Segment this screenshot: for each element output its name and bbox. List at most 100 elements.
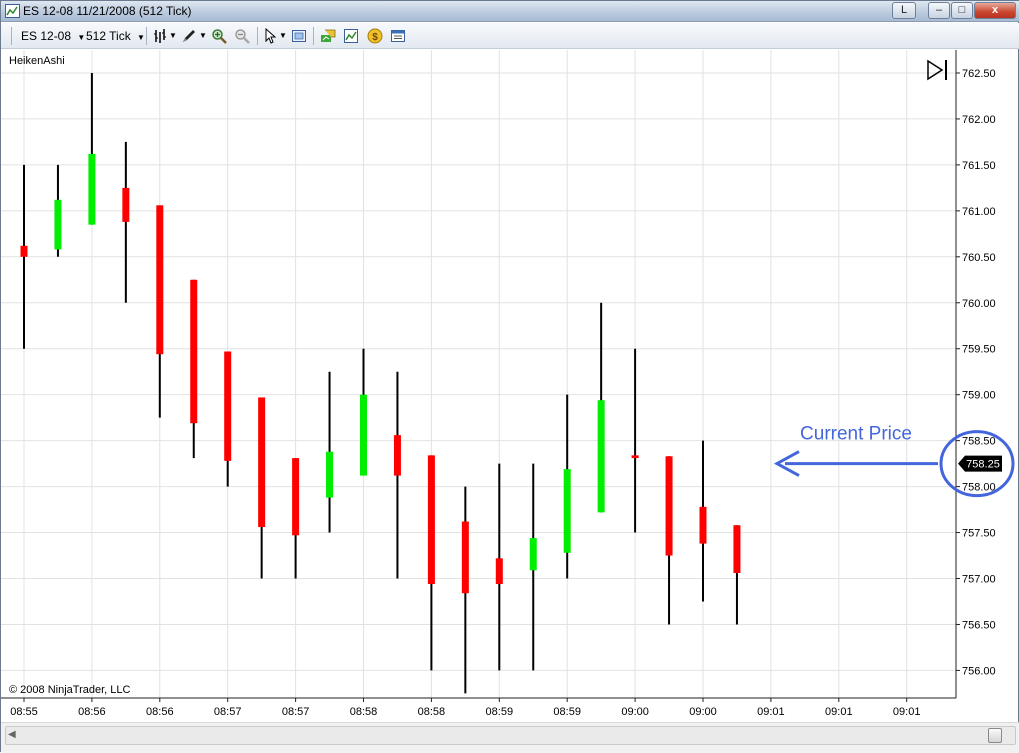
interval-label: 512 Tick xyxy=(86,29,131,43)
bar-type-icon[interactable] xyxy=(153,28,169,44)
indicator-label: HeikenAshi xyxy=(9,55,65,67)
candle xyxy=(529,463,537,671)
current-price-value: 758.25 xyxy=(966,459,1000,471)
x-tick-label: 09:00 xyxy=(689,706,717,718)
candle-body xyxy=(393,435,401,476)
candle xyxy=(393,371,401,579)
scrollbar-thumb[interactable] xyxy=(988,728,1002,743)
candle-body xyxy=(461,521,469,594)
x-tick-label: 08:57 xyxy=(282,706,310,718)
chart-app-icon xyxy=(5,4,20,18)
candle-body xyxy=(563,469,571,553)
instrument-selector[interactable]: ES 12-08 ▼ xyxy=(21,28,85,44)
zoom-in-icon[interactable] xyxy=(211,28,227,44)
horizontal-scrollbar[interactable]: ◀ xyxy=(5,726,1016,745)
y-tick-label: 759.00 xyxy=(962,390,996,402)
snapshot-icon[interactable] xyxy=(291,28,307,44)
candle-body xyxy=(597,400,605,513)
candle xyxy=(733,525,741,625)
title-bar[interactable]: ES 12-08 11/21/2008 (512 Tick) L – □ x xyxy=(1,1,1019,22)
candle xyxy=(88,72,96,225)
candle-body xyxy=(20,245,28,257)
strategies-icon[interactable]: $ xyxy=(367,28,383,44)
toolbar-separator xyxy=(257,27,258,45)
scroll-strip: ◀ xyxy=(1,722,1019,753)
chevron-down-icon: ▼ xyxy=(77,33,86,42)
y-tick-label: 761.50 xyxy=(962,160,996,172)
toolbar-grip xyxy=(11,27,12,45)
candle-body xyxy=(156,205,164,355)
candle xyxy=(665,456,673,625)
indicators-icon[interactable] xyxy=(343,28,359,44)
grid xyxy=(1,50,956,698)
candle-body xyxy=(122,187,130,222)
maximize-button[interactable]: □ xyxy=(951,2,973,19)
x-tick-label: 08:58 xyxy=(418,706,446,718)
toolbar-separator xyxy=(146,27,147,45)
candle xyxy=(563,394,571,579)
chart-window: ES 12-08 11/21/2008 (512 Tick) L – □ x E… xyxy=(0,0,1019,753)
cursor-arrow-icon[interactable] xyxy=(263,28,279,44)
instrument-label: ES 12-08 xyxy=(21,29,72,43)
candle xyxy=(54,164,62,257)
copyright-text: © 2008 NinjaTrader, LLC xyxy=(9,684,131,696)
link-button[interactable]: L xyxy=(892,2,916,19)
candle xyxy=(156,205,164,418)
candle-body xyxy=(495,558,503,585)
y-tick-label: 758.50 xyxy=(962,436,996,448)
current-price-marker: 758.25 xyxy=(958,455,1002,472)
y-tick-label: 756.00 xyxy=(962,665,996,677)
chevron-down-icon[interactable]: ▼ xyxy=(169,28,177,44)
x-tick-label: 09:01 xyxy=(893,706,921,718)
candle xyxy=(258,397,266,579)
chevron-down-icon: ▼ xyxy=(137,33,145,42)
candles xyxy=(20,72,741,694)
x-tick-label: 08:56 xyxy=(146,706,174,718)
candle-body xyxy=(88,153,96,225)
chart-area[interactable]: 756.00 756.50 757.00 757.50 758.00 758.50 759.… xyxy=(1,50,1019,722)
candle-body xyxy=(360,394,367,476)
candle-body xyxy=(54,199,62,250)
y-tick-label: 756.50 xyxy=(962,619,996,631)
chevron-down-icon[interactable]: ▼ xyxy=(279,28,287,44)
candle-body xyxy=(190,279,198,424)
y-tick-label: 762.00 xyxy=(962,114,996,126)
scroll-left-arrow-icon[interactable]: ◀ xyxy=(8,729,16,740)
candle xyxy=(360,348,367,476)
x-tick-label: 09:01 xyxy=(757,706,785,718)
price-axis: 756.00756.50757.00757.50758.00758.50759.… xyxy=(956,68,996,677)
candle xyxy=(461,486,469,694)
data-series-icon[interactable] xyxy=(320,28,336,44)
minimize-button[interactable]: – xyxy=(928,2,950,19)
x-tick-label: 09:01 xyxy=(825,706,853,718)
svg-text:$: $ xyxy=(372,32,378,43)
drawing-pen-icon[interactable] xyxy=(181,28,197,44)
candle-body xyxy=(699,506,707,544)
candle-body xyxy=(326,451,334,498)
y-tick-label: 759.50 xyxy=(962,344,996,356)
candle-body xyxy=(631,455,639,459)
heiken-ashi-chart[interactable]: 756.00756.50757.00757.50758.00758.50759.… xyxy=(1,50,1019,722)
y-tick-label: 761.00 xyxy=(962,206,996,218)
y-tick-label: 757.00 xyxy=(962,574,996,586)
time-axis: 08:55 08:56 08:56 08:57 08:57 08:58 08:58 08:59… xyxy=(10,698,920,718)
candle-body xyxy=(258,397,266,528)
y-tick-label: 760.00 xyxy=(962,298,996,310)
x-tick-label: 08:57 xyxy=(214,706,242,718)
x-tick-label: 08:56 xyxy=(78,706,106,718)
candle xyxy=(597,302,605,513)
x-tick-label: 08:59 xyxy=(486,706,514,718)
close-button[interactable]: x xyxy=(974,2,1016,19)
interval-selector[interactable]: 512 Tick ▼ xyxy=(86,28,145,44)
properties-icon[interactable] xyxy=(390,28,406,44)
y-tick-label: 757.50 xyxy=(962,528,996,540)
zoom-out-icon[interactable] xyxy=(234,28,250,44)
window-title: ES 12-08 11/21/2008 (512 Tick) xyxy=(23,4,192,18)
x-tick-label: 08:58 xyxy=(350,706,378,718)
candle-body xyxy=(733,525,741,573)
candle-body xyxy=(224,351,232,461)
scroll-to-end-icon[interactable] xyxy=(927,59,947,81)
candle xyxy=(224,351,232,487)
candle-body xyxy=(292,458,300,536)
chevron-down-icon[interactable]: ▼ xyxy=(199,28,207,44)
